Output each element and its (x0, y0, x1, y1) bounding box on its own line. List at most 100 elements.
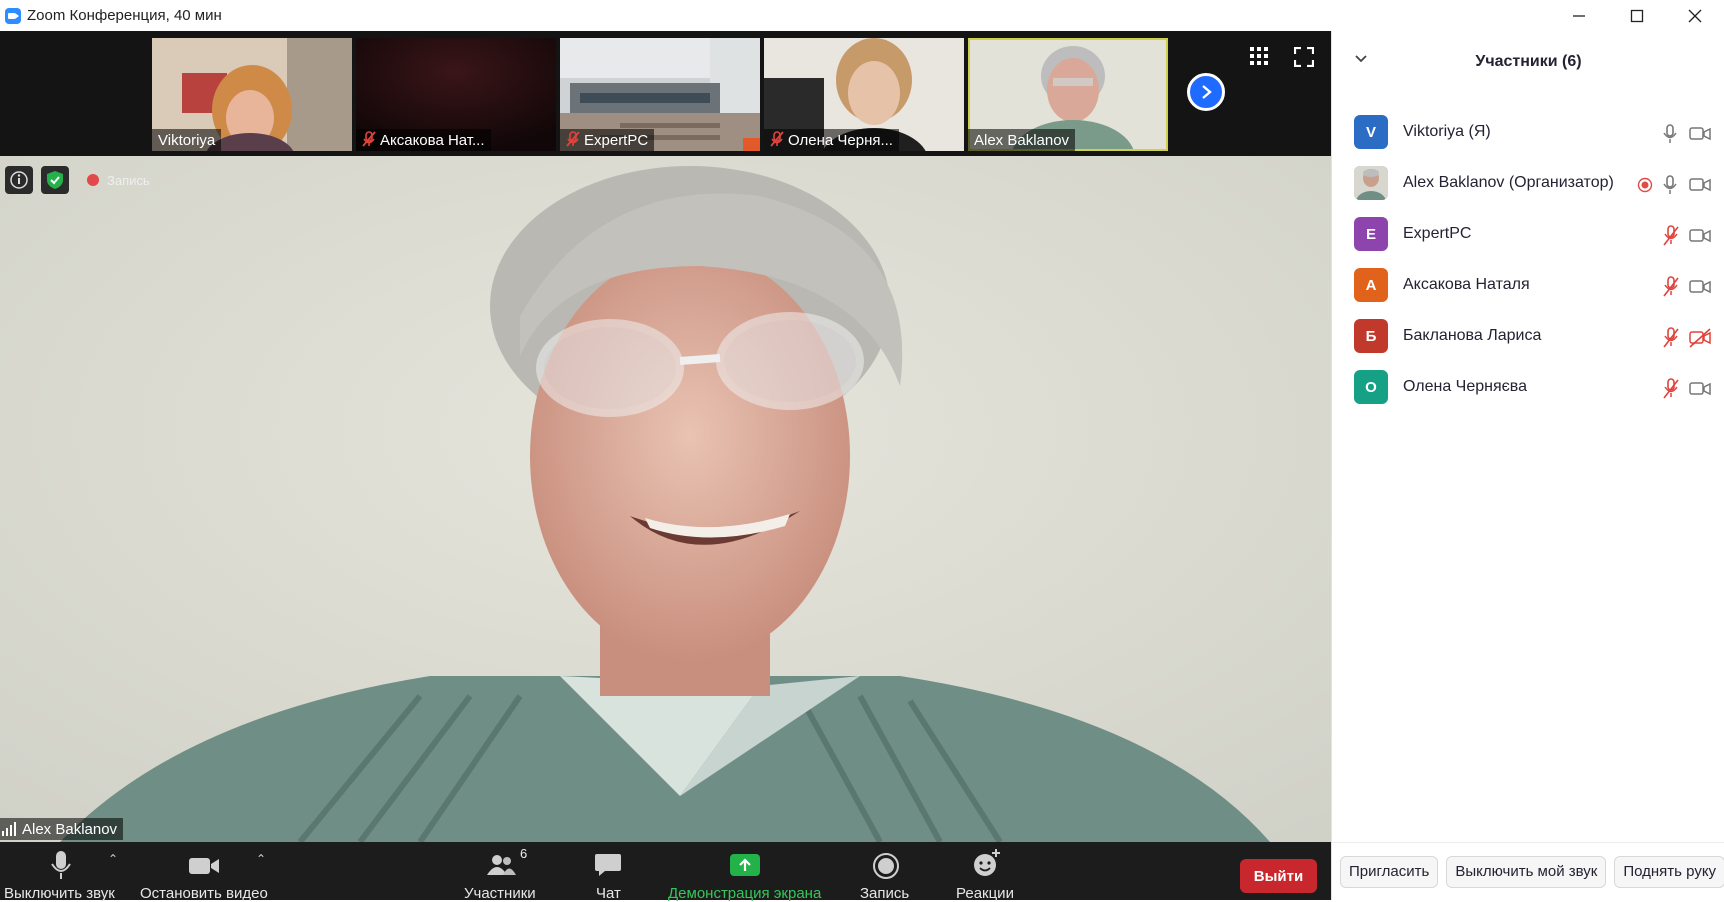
video-camera-icon (189, 858, 219, 874)
participants-panel: Участники (6) V Viktoriya (Я) Alex Bakla… (1331, 31, 1724, 900)
meeting-status-icons: Запись (5, 166, 150, 194)
video-off-icon (1689, 328, 1711, 348)
record-icon (873, 853, 899, 879)
participant-row[interactable]: E ExpertPC (1332, 217, 1724, 268)
video-camera-icon (1689, 178, 1711, 192)
chat-icon (595, 854, 621, 876)
avatar: О (1354, 370, 1388, 404)
recording-indicator-icon (87, 174, 99, 186)
participant-row[interactable]: О Олена Черняєва (1332, 370, 1724, 421)
participant-row[interactable]: А Аксакова Наталя (1332, 268, 1724, 319)
close-icon (1688, 9, 1702, 22)
title-bar: Zoom Конференция, 40 мин (0, 0, 1724, 31)
raise-hand-button[interactable]: Поднять руку (1614, 855, 1724, 888)
recording-icon (1637, 177, 1653, 193)
thumbnail-name: Viktoriya (158, 131, 216, 149)
participants-button[interactable]: 6 Участники (460, 842, 540, 902)
avatar: А (1354, 268, 1388, 302)
record-button[interactable]: Запись (858, 842, 914, 902)
minimize-button[interactable] (1550, 0, 1608, 31)
chevron-right-icon (1202, 85, 1212, 99)
microphone-icon (1663, 124, 1677, 143)
participant-name: Alex Baklanov (Организатор) (1403, 174, 1614, 191)
thumbnail-label: Alex Baklanov (968, 129, 1076, 151)
maximize-button[interactable] (1608, 0, 1666, 31)
mute-me-button[interactable]: Выключить мой звук (1446, 855, 1607, 888)
panel-title: Участники (6) (1475, 53, 1582, 70)
avatar (1354, 166, 1388, 200)
next-page-button[interactable] (1187, 73, 1225, 111)
microphone-muted-icon (1663, 276, 1679, 297)
participant-row[interactable]: Б Бакланова Лариса (1332, 319, 1724, 370)
record-label: Запись (860, 885, 910, 902)
mic-muted-icon (362, 130, 376, 150)
participants-icon (487, 855, 516, 875)
main-speaker-video (0, 156, 1331, 842)
microphone-muted-icon (1663, 225, 1679, 246)
microphone-muted-icon (1663, 327, 1679, 348)
mute-button[interactable]: Выключить звук (0, 842, 124, 902)
speaker-name: Alex Baklanov (22, 820, 118, 838)
window-controls (1550, 0, 1724, 31)
thumbnail-label: Viktoriya (152, 129, 222, 151)
thumbnail-name: ExpertPC (584, 131, 649, 149)
thumbnail-name: Аксакова Нат... (380, 131, 485, 149)
gallery-strip: Viktoriya Аксакова Нат... ExpertPC Олена… (0, 31, 1331, 156)
video-thumbnail[interactable]: Аксакова Нат... (356, 38, 556, 151)
video-thumbnail[interactable]: ExpertPC (560, 38, 760, 151)
zoom-app-icon (5, 7, 21, 24)
info-icon (10, 171, 28, 189)
participant-row[interactable]: V Viktoriya (Я) (1332, 115, 1724, 166)
participants-count-badge: 6 (520, 846, 528, 861)
thumbnail-label: Олена Черня... (764, 129, 899, 151)
video-thumbnail-active[interactable]: Alex Baklanov (968, 38, 1168, 151)
audio-options-chevron-up-icon[interactable]: ⌃ (108, 852, 118, 866)
maximize-icon (1630, 9, 1644, 22)
thumbnail-name: Alex Baklanov (974, 131, 1070, 149)
share-screen-label: Демонстрация экрана (668, 885, 822, 902)
chat-button[interactable]: Чат (586, 842, 632, 902)
video-camera-icon (1689, 229, 1711, 243)
panel-footer: Пригласить Выключить мой звук Поднять ру… (1332, 842, 1724, 900)
close-button[interactable] (1666, 0, 1724, 31)
gallery-view-icon[interactable] (1250, 47, 1268, 65)
participant-row[interactable]: Alex Baklanov (Организатор) (1332, 166, 1724, 217)
panel-header: Участники (6) (1332, 31, 1724, 93)
video-thumbnail[interactable]: Viktoriya (152, 38, 352, 151)
thumbnail-label: Аксакова Нат... (356, 129, 491, 151)
share-screen-button[interactable]: Демонстрация экрана (666, 842, 826, 902)
invite-button[interactable]: Пригласить (1340, 855, 1439, 888)
share-screen-icon (730, 854, 760, 876)
stop-video-button[interactable]: Остановить видео (136, 842, 272, 902)
video-camera-icon (1689, 127, 1711, 141)
mic-muted-icon (770, 130, 784, 150)
fullscreen-icon[interactable] (1293, 46, 1315, 68)
recording-label: Запись (107, 172, 150, 188)
speaker-name-label: Alex Baklanov (0, 818, 124, 840)
chat-label: Чат (596, 885, 621, 902)
participant-name: Олена Черняєва (1403, 378, 1528, 395)
thumbnail-label: ExpertPC (560, 129, 655, 151)
video-label: Остановить видео (140, 885, 268, 902)
microphone-icon (1663, 175, 1677, 194)
video-options-chevron-up-icon[interactable]: ⌃ (256, 852, 266, 866)
leave-meeting-button[interactable]: Выйти (1240, 859, 1317, 893)
reactions-button[interactable]: Реакции (954, 842, 1018, 902)
video-thumbnail[interactable]: Олена Черня... (764, 38, 964, 151)
encryption-button[interactable] (41, 166, 69, 194)
mute-label: Выключить звук (4, 885, 115, 902)
participants-label: Участники (464, 885, 536, 902)
microphone-muted-icon (1663, 378, 1679, 399)
meeting-stage: Viktoriya Аксакова Нат... ExpertPC Олена… (0, 31, 1331, 902)
microphone-icon (51, 851, 71, 879)
mic-muted-icon (566, 130, 580, 150)
avatar: E (1354, 217, 1388, 251)
reactions-label: Реакции (956, 885, 1014, 902)
meeting-info-button[interactable] (5, 166, 33, 194)
minimize-icon (1573, 14, 1585, 17)
window-title: Zoom Конференция, 40 мин (27, 7, 222, 24)
meeting-toolbar: Выключить звук ⌃ Остановить видео ⌃ 6 Уч… (0, 842, 1331, 902)
participant-list: V Viktoriya (Я) Alex Baklanov (Организат… (1332, 115, 1724, 421)
participant-name: Аксакова Наталя (1403, 276, 1530, 293)
participant-name: Бакланова Лариса (1403, 327, 1542, 344)
